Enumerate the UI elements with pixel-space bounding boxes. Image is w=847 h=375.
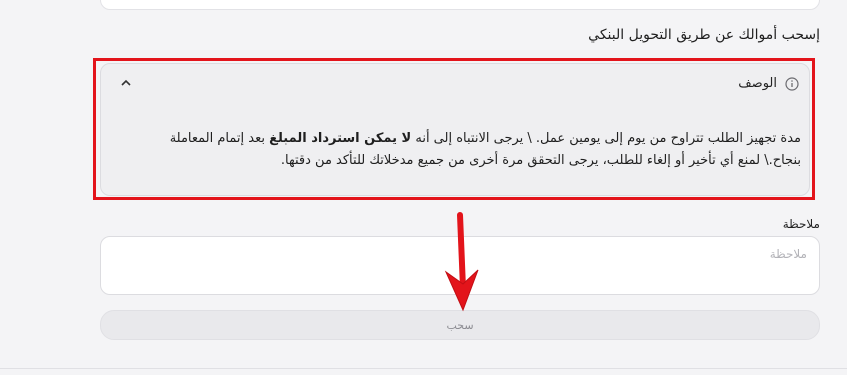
withdraw-page: إسحب أموالك عن طريق التحويل البنكي الوصف… <box>0 0 847 375</box>
annotation-arrow-icon <box>444 212 479 312</box>
previous-input-field[interactable] <box>100 0 820 10</box>
note-label: ملاحظة <box>782 217 820 231</box>
section-title: إسحب أموالك عن طريق التحويل البنكي <box>588 27 820 43</box>
annotation-highlight-box <box>93 58 815 200</box>
footer-divider <box>0 368 847 369</box>
